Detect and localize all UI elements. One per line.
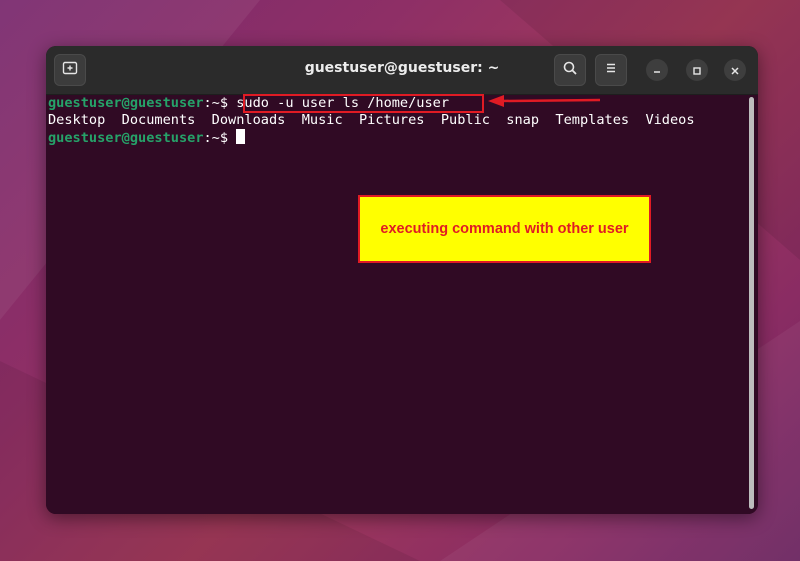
minimize-icon <box>652 61 662 80</box>
hamburger-menu-icon <box>603 60 619 80</box>
maximize-button[interactable] <box>686 59 708 81</box>
text-cursor <box>236 129 246 144</box>
search-icon <box>562 60 578 80</box>
search-button[interactable] <box>554 54 586 86</box>
title-bar[interactable]: guestuser@guestuser: ~ <box>46 46 758 95</box>
close-button[interactable] <box>724 59 746 81</box>
prompt-separator: :~$ <box>203 130 237 146</box>
close-icon <box>730 61 740 80</box>
terminal-line-output: Desktop Documents Downloads Music Pictur… <box>48 112 695 128</box>
annotation-arrow-icon <box>488 95 601 107</box>
terminal-line-prompt: guestuser@guestuser:~$ <box>48 129 246 147</box>
maximize-icon <box>692 61 702 80</box>
prompt-separator: :~$ <box>203 95 237 111</box>
annotation-callout: executing command with other user <box>358 195 651 263</box>
prompt-user-host: guestuser@guestuser <box>48 130 204 146</box>
terminal-window: guestuser@guestuser: ~ guestuser@guestus… <box>46 46 758 514</box>
minimize-button[interactable] <box>646 59 668 81</box>
prompt-user-host: guestuser@guestuser <box>48 95 204 111</box>
scrollbar[interactable] <box>749 97 754 509</box>
terminal-area[interactable]: guestuser@guestuser:~$ sudo -u user ls /… <box>46 94 758 514</box>
menu-button[interactable] <box>595 54 627 86</box>
command-highlight-box <box>243 94 484 113</box>
